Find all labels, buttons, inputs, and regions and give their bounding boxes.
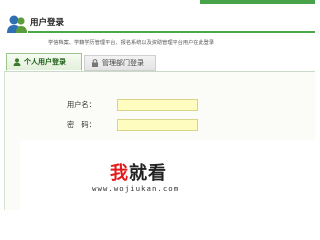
watermark-title-highlight: 我 xyxy=(110,163,129,184)
tab-personal-login[interactable]: 个人用户登录 xyxy=(6,53,82,71)
watermark-overlay: 我就看 www.wojiukan.com xyxy=(20,140,315,210)
users-icon xyxy=(7,15,27,33)
tab-admin-login[interactable]: 管理部门登录 xyxy=(84,55,156,71)
watermark-url: www.wojiukan.com xyxy=(92,184,180,193)
top-accent-bar xyxy=(200,0,315,4)
tab-admin-login-label: 管理部门登录 xyxy=(102,59,144,67)
top-stripe xyxy=(0,0,315,6)
page-title: 用户登录 xyxy=(30,18,65,28)
username-row: 用户名： xyxy=(5,99,316,111)
header-divider xyxy=(28,31,315,33)
user-icon xyxy=(13,58,21,66)
password-input[interactable] xyxy=(117,119,198,131)
login-description: 学信档案、学籍学历管理平台、报名系统以及资助管理平台用户在此登录 xyxy=(48,40,215,46)
watermark-title: 我就看 xyxy=(110,159,167,185)
password-label: 密 码： xyxy=(67,120,96,129)
tab-personal-login-label: 个人用户登录 xyxy=(24,58,66,66)
login-tabs: 个人用户登录 管理部门登录 xyxy=(4,53,315,72)
username-label: 用户名： xyxy=(67,100,96,109)
lock-icon xyxy=(92,59,98,67)
watermark-title-rest: 就看 xyxy=(129,163,167,184)
password-row: 密 码： xyxy=(5,119,316,131)
username-input[interactable] xyxy=(117,99,198,111)
